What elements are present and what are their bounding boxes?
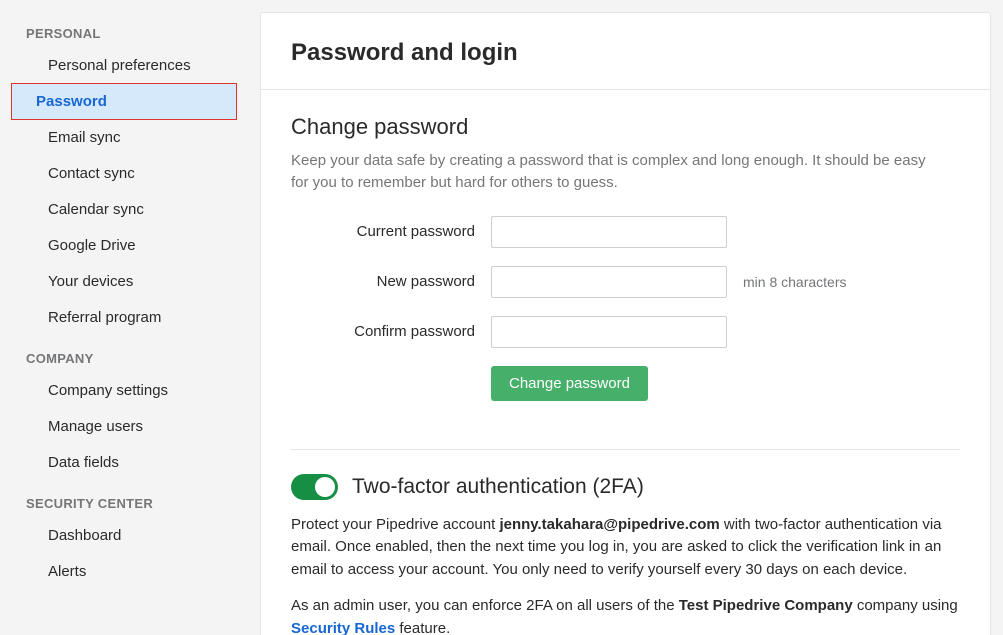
tfa-desc1-pre: Protect your Pipedrive account (291, 516, 499, 533)
sidebar-item-personal-preferences[interactable]: Personal preferences (12, 48, 248, 83)
change-password-button[interactable]: Change password (491, 366, 648, 401)
sidebar-section-company: COMPANY (0, 345, 260, 372)
tfa-header: Two-factor authentication (2FA) (291, 474, 960, 500)
new-password-hint: min 8 characters (743, 274, 846, 290)
main-panel: Password and login Change password Keep … (260, 12, 991, 635)
change-password-section: Change password Keep your data safe by c… (261, 90, 990, 423)
change-password-description: Keep your data safe by creating a passwo… (291, 150, 931, 194)
tfa-description-2: As an admin user, you can enforce 2FA on… (291, 595, 960, 635)
current-password-input[interactable] (491, 216, 727, 248)
confirm-password-input[interactable] (491, 316, 727, 348)
tfa-toggle-knob (315, 477, 335, 497)
sidebar-item-dashboard[interactable]: Dashboard (12, 518, 248, 553)
sidebar-item-google-drive[interactable]: Google Drive (12, 228, 248, 263)
security-rules-link[interactable]: Security Rules (291, 620, 395, 635)
sidebar-item-company-settings[interactable]: Company settings (12, 373, 248, 408)
page-header: Password and login (261, 13, 990, 90)
settings-sidebar: PERSONAL Personal preferences Password E… (0, 0, 260, 635)
page-title: Password and login (291, 39, 960, 67)
new-password-input[interactable] (491, 266, 727, 298)
change-password-form: Current password New password min 8 char… (291, 216, 960, 401)
change-password-actions: Change password (491, 366, 960, 401)
tfa-title: Two-factor authentication (2FA) (352, 475, 644, 499)
current-password-row: Current password (291, 216, 960, 248)
tfa-desc2-pre: As an admin user, you can enforce 2FA on… (291, 597, 679, 614)
sidebar-section-security-center: SECURITY CENTER (0, 490, 260, 517)
tfa-desc2-post: feature. (395, 620, 450, 635)
sidebar-item-contact-sync[interactable]: Contact sync (12, 156, 248, 191)
sidebar-section-personal: PERSONAL (0, 20, 260, 47)
sidebar-item-calendar-sync[interactable]: Calendar sync (12, 192, 248, 227)
sidebar-item-data-fields[interactable]: Data fields (12, 445, 248, 480)
new-password-row: New password min 8 characters (291, 266, 960, 298)
tfa-desc2-mid: company using (853, 597, 958, 614)
sidebar-item-manage-users[interactable]: Manage users (12, 409, 248, 444)
sidebar-item-referral-program[interactable]: Referral program (12, 300, 248, 335)
tfa-section: Two-factor authentication (2FA) Protect … (261, 450, 990, 635)
tfa-email: jenny.takahara@pipedrive.com (499, 516, 719, 533)
tfa-company: Test Pipedrive Company (679, 597, 853, 614)
confirm-password-row: Confirm password (291, 316, 960, 348)
confirm-password-label: Confirm password (291, 323, 491, 340)
change-password-title: Change password (291, 114, 960, 140)
current-password-label: Current password (291, 223, 491, 240)
new-password-label: New password (291, 273, 491, 290)
tfa-toggle[interactable] (291, 474, 338, 500)
sidebar-item-alerts[interactable]: Alerts (12, 554, 248, 589)
sidebar-item-your-devices[interactable]: Your devices (12, 264, 248, 299)
sidebar-item-password[interactable]: Password (12, 84, 236, 119)
tfa-description-1: Protect your Pipedrive account jenny.tak… (291, 514, 960, 582)
sidebar-item-email-sync[interactable]: Email sync (12, 120, 248, 155)
